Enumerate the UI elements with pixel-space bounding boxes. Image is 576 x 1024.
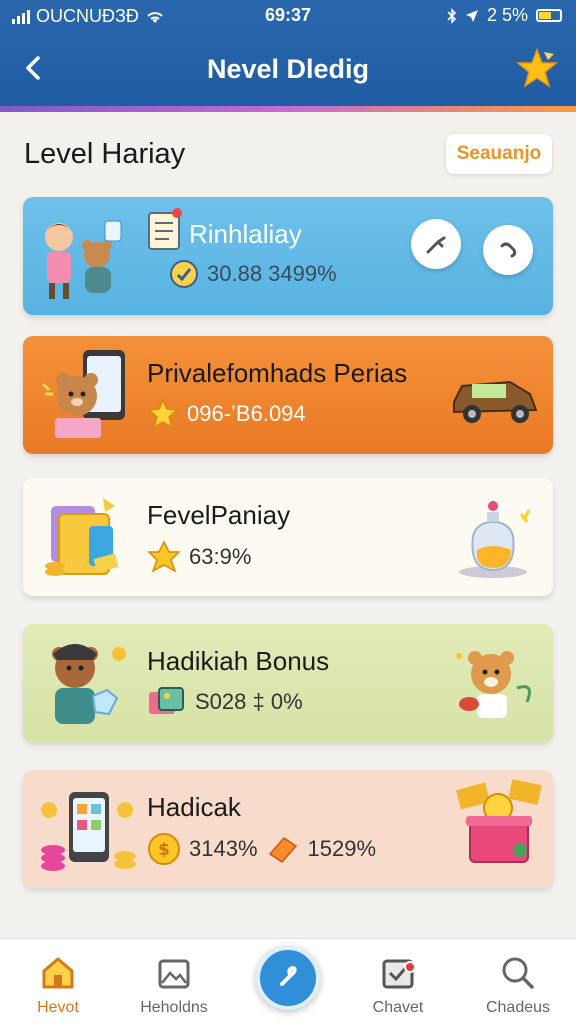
search-icon bbox=[502, 957, 534, 989]
home-icon bbox=[42, 957, 74, 989]
page-title: Nevel Dledig bbox=[206, 54, 370, 84]
nav-label: Chavet bbox=[372, 999, 424, 1016]
star-icon[interactable] bbox=[514, 46, 560, 92]
card-stat-value: 096-’B6.094 bbox=[187, 401, 306, 426]
bluetooth-icon bbox=[447, 7, 457, 24]
link-button[interactable] bbox=[483, 225, 533, 275]
card-stat: S028 ‡ 0% bbox=[147, 686, 303, 718]
nav-label: Heholdns bbox=[140, 999, 208, 1016]
car-illustration bbox=[453, 380, 538, 423]
nav-chavet[interactable]: Chavet bbox=[350, 953, 446, 1017]
section-heading: Level Hariay bbox=[24, 138, 186, 170]
level-card[interactable]: Privalefomhads Perias 096-’B6.094 bbox=[23, 336, 553, 454]
potion-jar-illustration bbox=[459, 501, 531, 578]
star-badge-icon bbox=[147, 398, 179, 429]
photo-frame-icon bbox=[149, 687, 184, 714]
card-stat-value: 30.88 3499% bbox=[207, 261, 337, 286]
wallet-illustration bbox=[45, 498, 119, 576]
phone-coins-illustration bbox=[41, 792, 136, 871]
treasure-box-illustration bbox=[455, 779, 542, 863]
card-title: Hadikiah Bonus bbox=[147, 646, 330, 676]
location-icon bbox=[465, 9, 478, 22]
level-card[interactable]: Hadikiah Bonus S028 ‡ 0% bbox=[23, 624, 553, 742]
center-action-button[interactable] bbox=[256, 946, 320, 1010]
coin-check-icon bbox=[170, 260, 198, 288]
ticket-icon bbox=[268, 837, 297, 863]
card-title: Privalefomhads Perias bbox=[147, 358, 408, 388]
notification-badge bbox=[404, 961, 416, 973]
battery-icon bbox=[536, 9, 562, 22]
card-stat: 63:9% bbox=[147, 540, 251, 574]
level-card[interactable]: Hadicak $ 3143% 1529% bbox=[23, 770, 553, 888]
card-stat: 30.88 3499% bbox=[169, 259, 337, 289]
wrench-button[interactable] bbox=[411, 219, 461, 269]
nav-home[interactable]: Hevot bbox=[10, 953, 106, 1017]
bear-phone-illustration bbox=[41, 350, 125, 438]
level-card[interactable]: Rinhlaliay 30.88 3499% bbox=[23, 197, 553, 315]
star-badge-icon bbox=[147, 540, 181, 573]
notepad-icon bbox=[148, 208, 182, 250]
battery-percent: 2 5% bbox=[486, 5, 528, 25]
card-stat: $ 3143% 1529% bbox=[147, 832, 376, 866]
dollar-coin-icon: $ bbox=[148, 833, 180, 865]
nav-holdings[interactable]: Heholdns bbox=[126, 953, 222, 1017]
bear-gift-illustration bbox=[456, 651, 531, 718]
nav-label: Chadeus bbox=[485, 999, 551, 1016]
card-stat: 096-’B6.094 bbox=[147, 398, 306, 430]
nav-search[interactable]: Chadeus bbox=[470, 953, 566, 1017]
card-title: Hadicak bbox=[147, 792, 241, 822]
image-icon bbox=[158, 959, 190, 989]
status-bar: OUCNUĐЗĐ 69:37 2 5% bbox=[0, 0, 576, 32]
header-accent-bar bbox=[0, 106, 576, 112]
nav-label: Hevot bbox=[37, 999, 79, 1016]
card-title: Rinhlaliay bbox=[189, 219, 302, 249]
bear-gem-illustration bbox=[52, 644, 126, 724]
season-button[interactable]: Seauanjo bbox=[446, 134, 552, 174]
checkbox-icon bbox=[382, 959, 414, 989]
card-stat-value: 63:9% bbox=[189, 544, 252, 569]
level-card[interactable]: FevelPaniay 63:9% bbox=[23, 478, 553, 596]
app-header: OUCNUĐЗĐ 69:37 2 5% Nevel Dledig bbox=[0, 0, 576, 112]
card-title: FevelPaniay bbox=[147, 500, 291, 530]
kids-bear-illustration bbox=[45, 220, 122, 299]
svg-text:$: $ bbox=[158, 840, 170, 860]
status-right: 2 5% bbox=[447, 5, 562, 26]
card-stat-value: S028 ‡ 0% bbox=[195, 689, 303, 714]
wrench-icon bbox=[426, 236, 446, 254]
swirl-icon bbox=[280, 965, 297, 986]
card-stat-value-secondary: 1529% bbox=[307, 836, 377, 861]
link-icon bbox=[500, 242, 517, 258]
card-stat-value: 3143% bbox=[189, 836, 258, 861]
